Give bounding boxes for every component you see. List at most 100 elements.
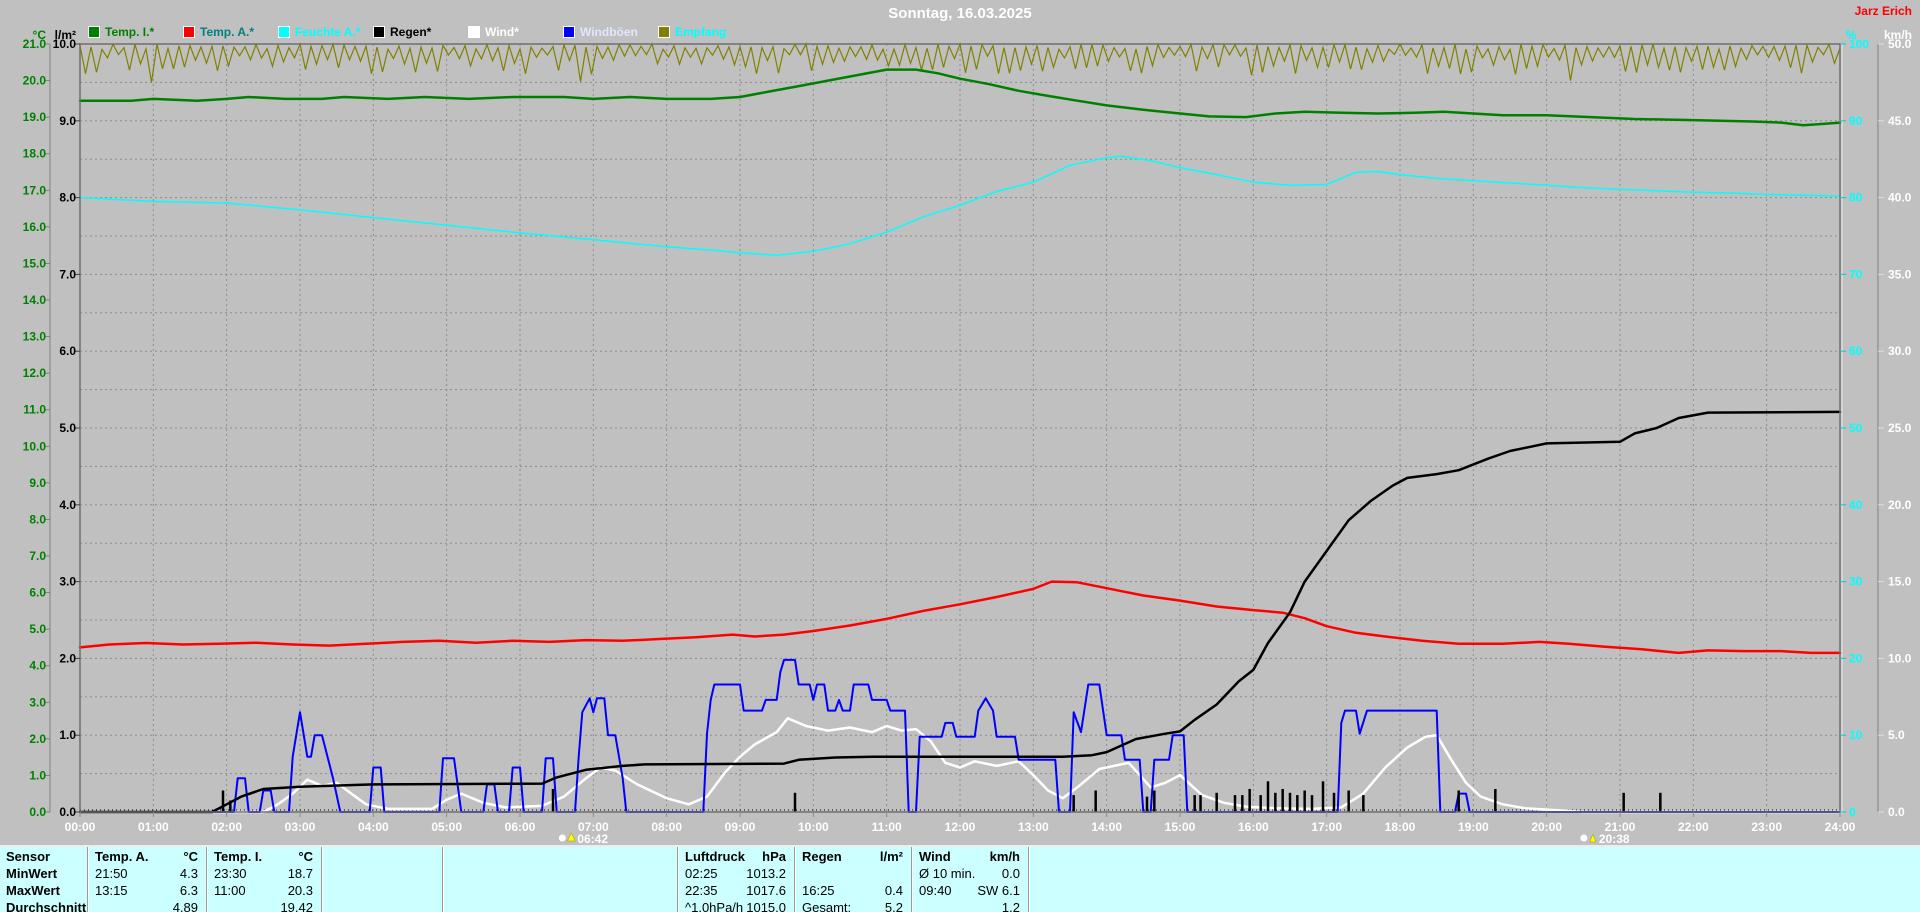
time-axis-label: 24:00 bbox=[1825, 820, 1856, 834]
time-axis-label: 05:00 bbox=[431, 820, 462, 834]
table-column-divider bbox=[1028, 847, 1029, 912]
table-cell-right: 0.4 bbox=[884, 883, 903, 898]
temp-axis-tick-label: 8.0 bbox=[29, 512, 46, 526]
table-cell-right: 1013.2 bbox=[746, 866, 786, 881]
wind-axis-tick-label: 15.0 bbox=[1888, 575, 1912, 589]
summary-table: Sensor MinWert MaxWert Durchschnitt Temp. A.… bbox=[0, 845, 1920, 912]
temp-axis-tick-label: 17.0 bbox=[23, 183, 47, 197]
table-cell-group-wind: Ø 10 min. 0.0 bbox=[913, 866, 1026, 882]
time-axis-label: 01:00 bbox=[138, 820, 169, 834]
table-cell-right: 1.2 bbox=[1001, 900, 1020, 912]
temp-axis-tick-label: 19.0 bbox=[23, 110, 47, 124]
legend-item-windb-en[interactable]: Windböen bbox=[563, 25, 638, 39]
temp-axis-tick-label: 12.0 bbox=[23, 366, 47, 380]
rain-axis-tick-label: 1.0 bbox=[59, 728, 76, 742]
legend-item-temp-a-[interactable]: Temp. A.* bbox=[183, 25, 254, 39]
rain-axis-tick-label: 5.0 bbox=[59, 421, 76, 435]
time-axis-label: 15:00 bbox=[1165, 820, 1196, 834]
legend-item-label: Feuchte A.* bbox=[295, 25, 361, 39]
legend-item-wind-[interactable]: Wind* bbox=[468, 25, 519, 39]
sunset-marker-icon bbox=[1580, 834, 1588, 842]
humidity-axis-tick-label: 80 bbox=[1849, 191, 1863, 205]
legend-swatch-icon bbox=[88, 26, 100, 38]
temp-axis-tick-label: 3.0 bbox=[29, 695, 46, 709]
time-axis-label: 23:00 bbox=[1751, 820, 1782, 834]
table-cell-right: 18.7 bbox=[287, 866, 313, 881]
table-cell-left: 23:30 bbox=[214, 866, 247, 881]
time-axis-label: 03:00 bbox=[285, 820, 316, 834]
time-axis-label: 04:00 bbox=[358, 820, 389, 834]
table-cell-left: Temp. A. bbox=[95, 849, 149, 864]
temp-axis-tick-label: 0.0 bbox=[29, 805, 46, 819]
table-cell-right: km/h bbox=[989, 849, 1020, 864]
table-cell-group-temp-i: Temp. I. °C bbox=[208, 849, 319, 865]
table-cell-right: 1017.6 bbox=[746, 883, 786, 898]
legend-item-label: Temp. A.* bbox=[200, 25, 255, 39]
table-cell-right: 20.3 bbox=[287, 883, 313, 898]
table-cell-group-temp-a: Temp. A. °C bbox=[89, 849, 204, 865]
legend-item-regen-[interactable]: Regen* bbox=[373, 25, 431, 39]
table-cell-group-wind: Wind km/h bbox=[913, 849, 1026, 865]
table-cell-group-regen bbox=[796, 866, 909, 882]
table-cell-right: l/m² bbox=[879, 849, 903, 864]
table-cell-left: 09:40 bbox=[919, 883, 952, 898]
legend-item-feuchte-a-[interactable]: Feuchte A.* bbox=[278, 25, 361, 39]
wind-axis-tick-label: 25.0 bbox=[1888, 421, 1912, 435]
table-cell-group-luftdruck: 02:25 1013.2 bbox=[679, 866, 792, 882]
author-credit: Jarz Erich bbox=[1854, 4, 1912, 18]
rain-axis-tick-label: 7.0 bbox=[59, 267, 76, 281]
table-cell-group-temp-a: 13:15 6.3 bbox=[89, 883, 204, 899]
weather-day-chart-window: 21.0 20.0 19.0 18.0 17.0 16.0 15.0 14.0 13.0 12.0… bbox=[0, 0, 1920, 912]
table-row-label: MaxWert bbox=[6, 883, 60, 898]
table-column-divider bbox=[794, 847, 795, 912]
table-row-label: MinWert bbox=[6, 866, 58, 881]
time-axis-label: 17:00 bbox=[1311, 820, 1342, 834]
table-cell-group-wind: 1.2 bbox=[913, 900, 1026, 912]
table-cell-right: 1015.0 bbox=[746, 900, 786, 912]
temp-axis-tick-label: 6.0 bbox=[29, 586, 46, 600]
rain-axis-tick-label: 4.0 bbox=[59, 498, 76, 512]
temp-axis-tick-label: 9.0 bbox=[29, 476, 46, 490]
table-cell-group-luftdruck: ^1.0hPa/h 1015.0 bbox=[679, 900, 792, 912]
temp-axis-tick-label: 14.0 bbox=[23, 293, 47, 307]
wind-axis-tick-label: 45.0 bbox=[1888, 114, 1912, 128]
legend-item-empfang[interactable]: Empfang bbox=[658, 25, 726, 39]
time-axis-label: 08:00 bbox=[651, 820, 682, 834]
humidity-axis-tick-label: 50 bbox=[1849, 421, 1863, 435]
table-cell-left: Temp. I. bbox=[214, 849, 263, 864]
wind-axis-tick-label: 0.0 bbox=[1888, 805, 1905, 819]
weather-chart-canvas[interactable]: 21.020.019.018.017.016.015.014.013.012.0… bbox=[0, 0, 1920, 912]
table-cell-left: Regen bbox=[802, 849, 842, 864]
table-cell-right: 19.42 bbox=[280, 900, 313, 912]
temp-axis-tick-label: 18.0 bbox=[23, 147, 47, 161]
table-cell-left: ^1.0hPa/h bbox=[685, 900, 744, 912]
temp-axis-tick-label: 4.0 bbox=[29, 659, 46, 673]
table-cell-right: 0.0 bbox=[1001, 866, 1020, 881]
table-column-divider bbox=[911, 847, 912, 912]
table-column-divider bbox=[677, 847, 678, 912]
wind-axis-tick-label: 5.0 bbox=[1888, 728, 1905, 742]
legend-item-temp-i-[interactable]: Temp. I.* bbox=[88, 25, 154, 39]
table-row-label: Sensor bbox=[6, 849, 51, 864]
table-cell-right: 4.89 bbox=[172, 900, 198, 912]
sunrise-marker-time-label: 06:42 bbox=[577, 832, 608, 846]
rain-axis-tick-label: 9.0 bbox=[59, 114, 76, 128]
time-axis-label: 06:00 bbox=[505, 820, 536, 834]
humidity-axis-tick-label: 0 bbox=[1849, 805, 1856, 819]
rain-axis-tick-label: 3.0 bbox=[59, 575, 76, 589]
table-cell-left: 21:50 bbox=[95, 866, 128, 881]
legend-swatch-icon bbox=[373, 26, 385, 38]
table-cell-left: 22:35 bbox=[685, 883, 718, 898]
table-cell-right: hPa bbox=[762, 849, 786, 864]
table-cell-left: Gesamt: bbox=[802, 900, 852, 912]
time-axis-label: 20:00 bbox=[1531, 820, 1562, 834]
temp-axis-tick-label: 16.0 bbox=[23, 220, 47, 234]
sunset-marker-time-label: 20:38 bbox=[1599, 832, 1630, 846]
wind-axis-tick-label: 35.0 bbox=[1888, 267, 1912, 281]
table-column-divider bbox=[442, 847, 443, 912]
table-cell-right: 4.3 bbox=[179, 866, 198, 881]
table-cell-group-temp-i: 23:30 18.7 bbox=[208, 866, 319, 882]
time-axis-label: 09:00 bbox=[725, 820, 756, 834]
wind-axis-tick-label: 20.0 bbox=[1888, 498, 1912, 512]
humidity-axis-tick-label: 40 bbox=[1849, 498, 1863, 512]
